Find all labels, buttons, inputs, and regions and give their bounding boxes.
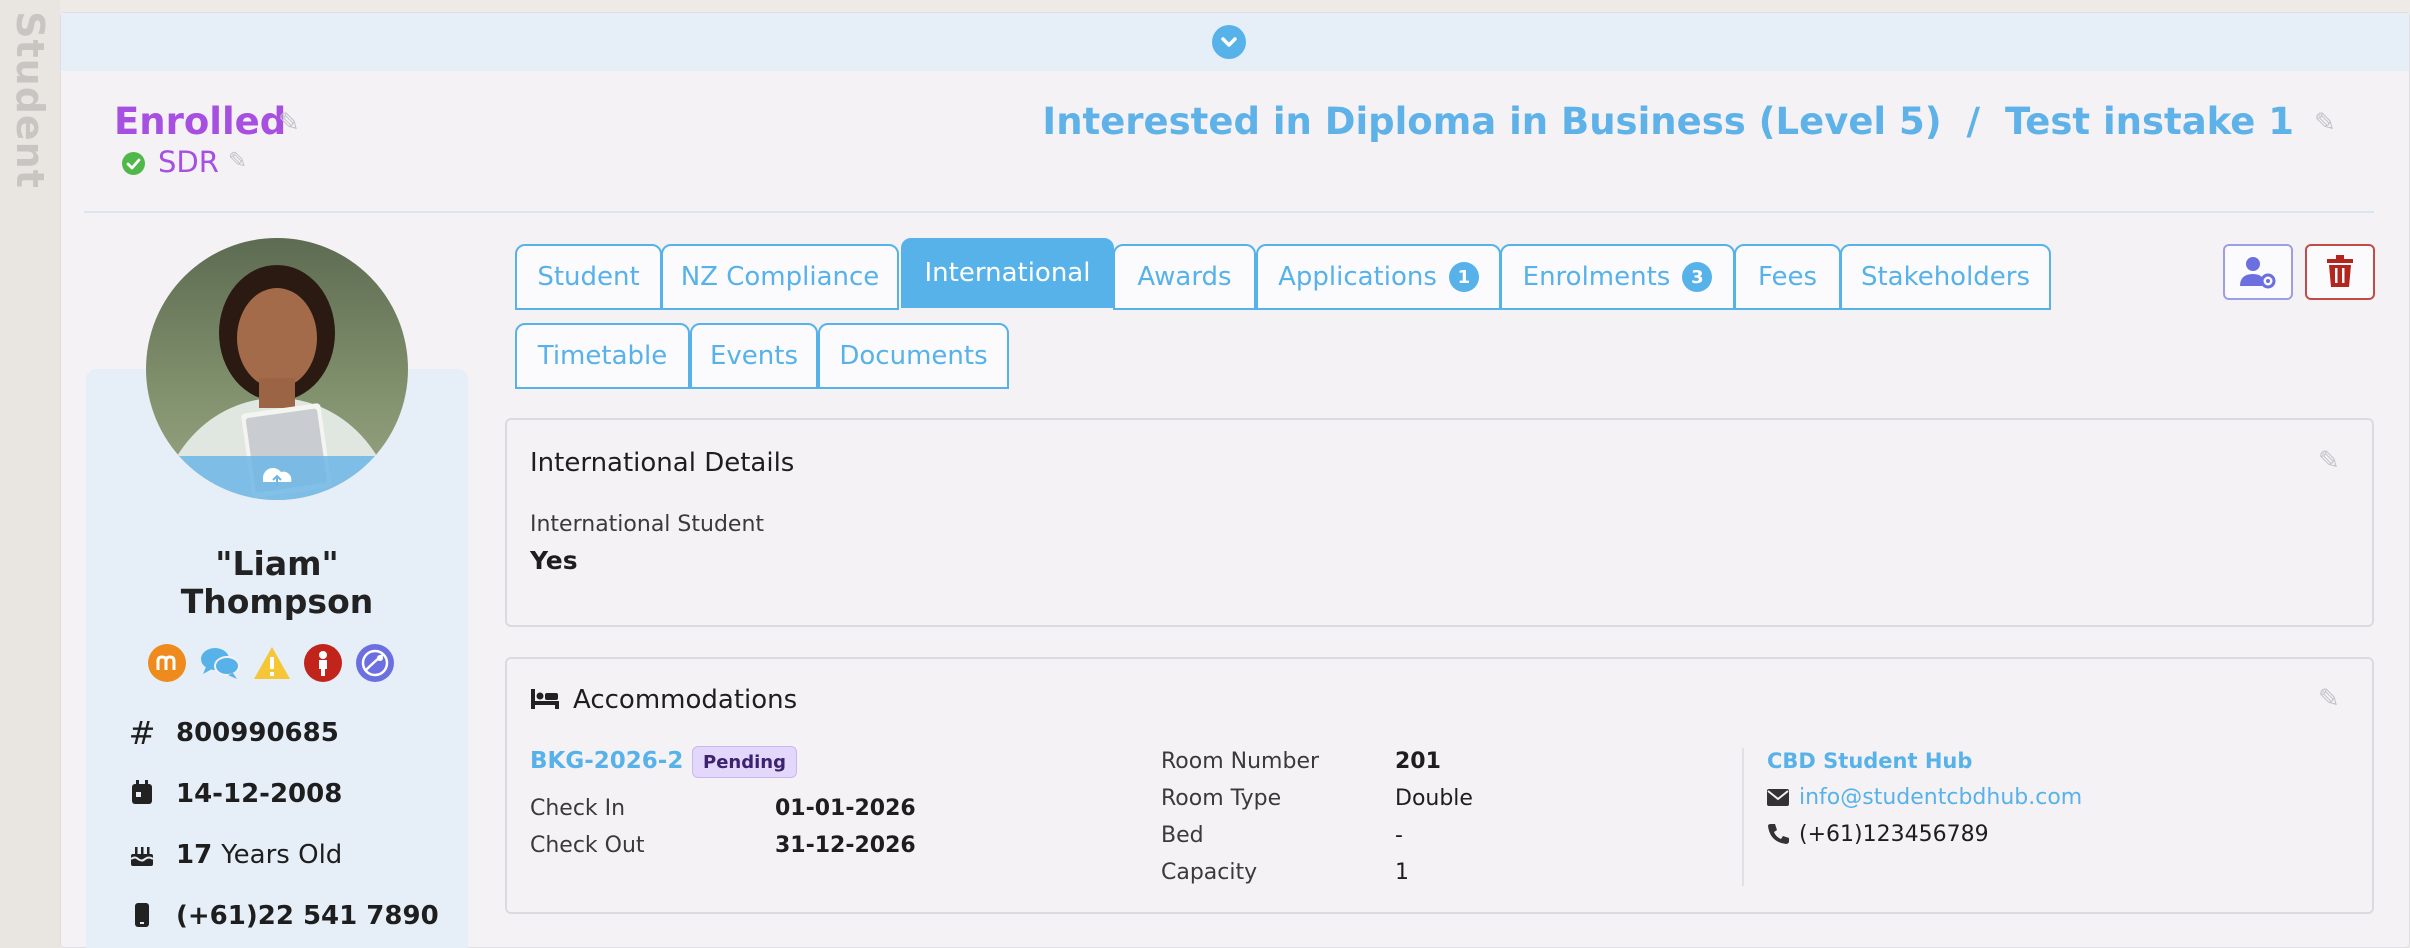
tab-awards[interactable]: Awards xyxy=(1113,244,1256,310)
international-student-label: International Student xyxy=(530,512,765,537)
column-divider xyxy=(1742,748,1744,886)
avatar[interactable] xyxy=(146,238,408,500)
mobile-phone-icon xyxy=(124,901,160,936)
check-circle-icon xyxy=(122,152,145,175)
tab-events[interactable]: Events xyxy=(690,323,818,389)
room-number-value: 201 xyxy=(1395,749,1441,774)
birthday-cake-icon xyxy=(124,840,160,875)
phone-icon xyxy=(1767,823,1789,849)
check-out-value: 31-12-2026 xyxy=(775,833,916,858)
edit-program-pencil-icon[interactable]: ✎ xyxy=(2314,110,2336,136)
chevron-down-icon xyxy=(1221,37,1237,47)
check-out-label: Check Out xyxy=(530,833,645,858)
international-details-title: International Details xyxy=(530,448,795,478)
program-separator: / xyxy=(1966,100,1981,143)
capacity-value: 1 xyxy=(1395,860,1409,885)
bed-value: - xyxy=(1395,823,1403,848)
program-name[interactable]: Interested in Diploma in Business (Level… xyxy=(1042,100,1941,143)
student-nickname: "Liam" xyxy=(215,544,339,583)
user-gear-icon xyxy=(2240,257,2276,289)
provider-phone: (+61)123456789 xyxy=(1799,822,1989,847)
bed-label: Bed xyxy=(1161,823,1204,848)
program-heading: Interested in Diploma in Business (Level… xyxy=(1042,100,2294,143)
bed-icon xyxy=(530,686,560,716)
tab-applications[interactable]: Applications 1 xyxy=(1256,244,1501,310)
capacity-label: Capacity xyxy=(1161,860,1258,885)
applications-count-badge: 1 xyxy=(1448,262,1479,292)
manage-user-button[interactable] xyxy=(2223,244,2293,300)
booking-id-link[interactable]: BKG-2026-2 xyxy=(530,748,683,774)
edit-sub-status-pencil-icon[interactable]: ✎ xyxy=(228,150,247,173)
tab-international[interactable]: International xyxy=(901,238,1114,308)
tab-fees[interactable]: Fees xyxy=(1734,244,1841,310)
trash-icon xyxy=(2327,255,2353,287)
enrolments-count-badge: 3 xyxy=(1682,262,1713,292)
international-student-value: Yes xyxy=(530,546,578,575)
room-type-value: Double xyxy=(1395,786,1473,811)
tab-documents[interactable]: Documents xyxy=(818,323,1009,389)
edit-accommodations-pencil-icon[interactable]: ✎ xyxy=(2318,686,2340,712)
edit-status-pencil-icon[interactable]: ✎ xyxy=(278,110,300,136)
check-in-value: 01-01-2026 xyxy=(775,796,916,821)
intake-name[interactable]: Test instake 1 xyxy=(2005,100,2294,143)
moodle-icon[interactable] xyxy=(148,644,186,682)
room-number-label: Room Number xyxy=(1161,749,1320,774)
collapse-toggle-button[interactable] xyxy=(1212,25,1246,59)
age: 17 Years Old xyxy=(176,840,342,870)
date-of-birth: 14-12-2008 xyxy=(176,779,343,809)
provider-name-link[interactable]: CBD Student Hub xyxy=(1767,749,1972,773)
delete-button[interactable] xyxy=(2305,244,2375,300)
provider-email-link[interactable]: info@studentcbdhub.com xyxy=(1799,785,2082,810)
accommodations-title: Accommodations xyxy=(573,685,798,715)
tab-timetable[interactable]: Timetable xyxy=(515,323,690,389)
hash-icon: # xyxy=(128,714,156,752)
student-id-number: 800990685 xyxy=(176,718,339,748)
phone-number: (+61)22 541 7890 xyxy=(176,901,439,931)
chat-icon[interactable] xyxy=(200,644,240,682)
student-name: "Liam" Thompson xyxy=(86,545,468,621)
tab-student[interactable]: Student xyxy=(515,244,662,310)
age-value: 17 xyxy=(176,840,213,870)
warning-icon[interactable] xyxy=(252,644,290,682)
check-in-label: Check In xyxy=(530,796,626,821)
sub-status: SDR xyxy=(158,145,219,179)
edit-international-pencil-icon[interactable]: ✎ xyxy=(2318,448,2340,474)
room-type-label: Room Type xyxy=(1161,786,1282,811)
envelope-icon xyxy=(1767,789,1789,810)
student-surname: Thompson xyxy=(180,582,374,621)
side-tab-label[interactable]: Student xyxy=(8,11,52,189)
globe-icon[interactable] xyxy=(356,644,394,682)
calendar-icon xyxy=(124,779,160,814)
person-icon[interactable] xyxy=(304,644,342,682)
booking-status-badge: Pending xyxy=(692,746,797,778)
enrolment-status: Enrolled xyxy=(114,100,287,143)
tab-stakeholders[interactable]: Stakeholders xyxy=(1840,244,2051,310)
header-divider xyxy=(84,211,2374,213)
tab-nz-compliance[interactable]: NZ Compliance xyxy=(661,244,899,310)
tab-enrolments[interactable]: Enrolments 3 xyxy=(1500,244,1735,310)
age-suffix: Years Old xyxy=(221,840,343,870)
